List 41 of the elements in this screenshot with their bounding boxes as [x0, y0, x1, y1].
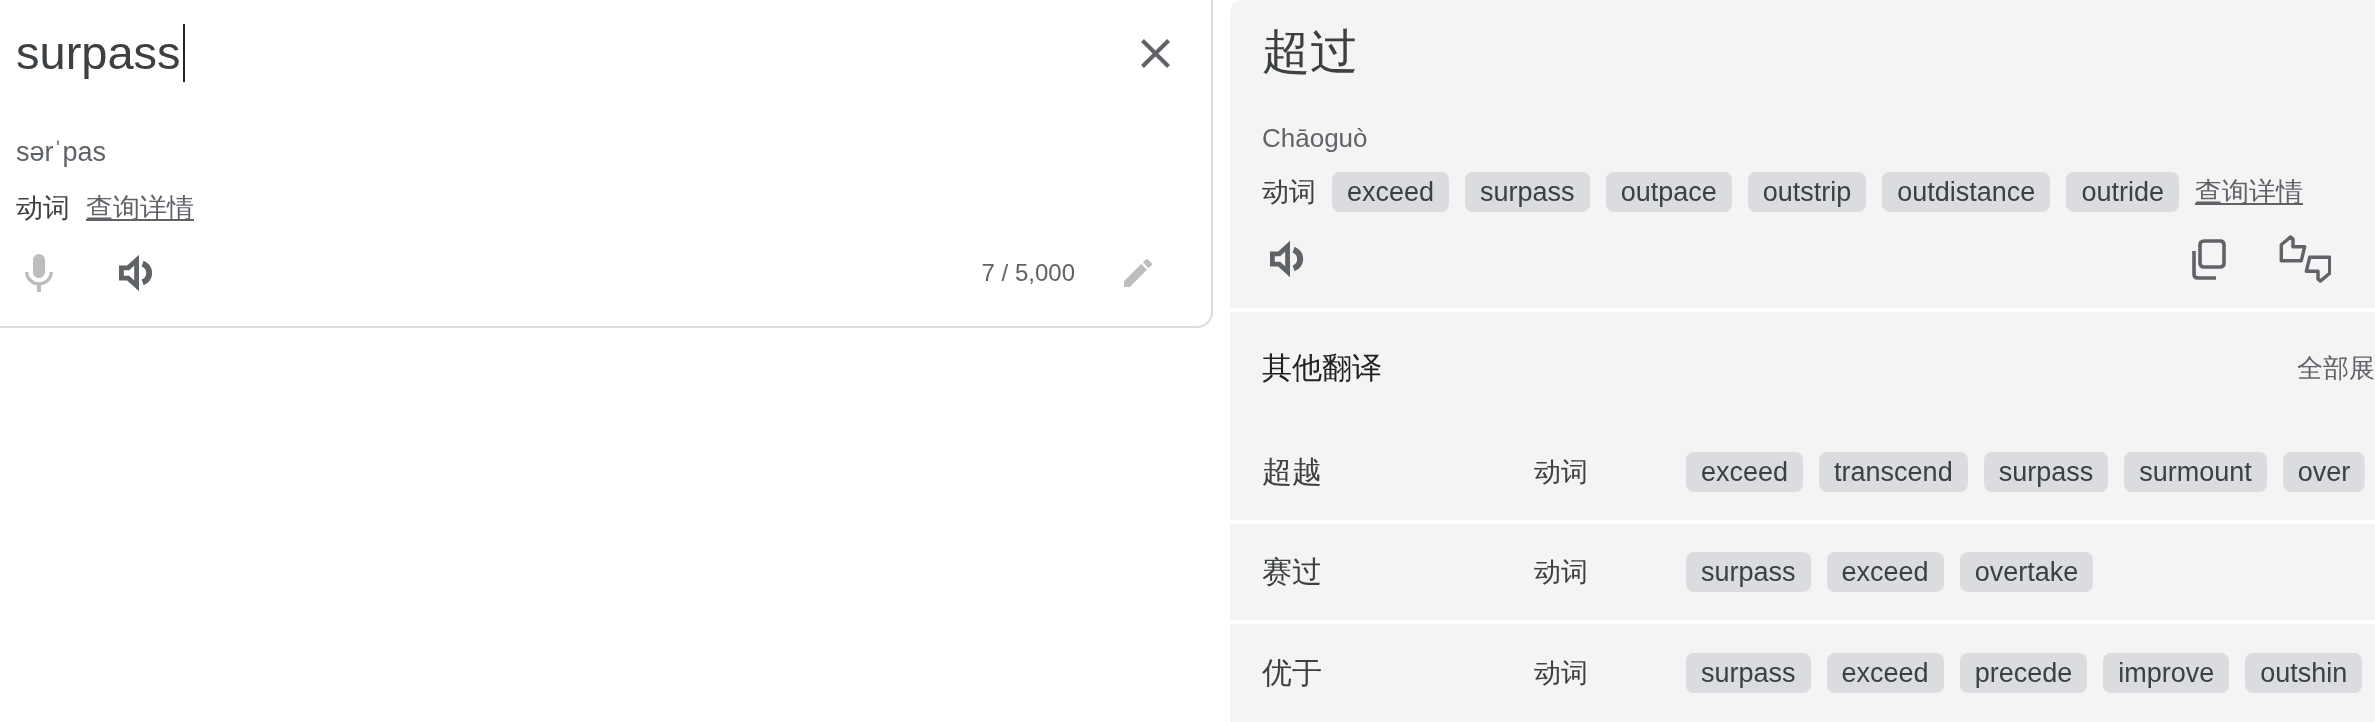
part-of-speech: 动词 [1262, 176, 1316, 209]
phonetic-text: sərˈpas [16, 136, 107, 169]
synonym-chip[interactable]: transcend [1819, 452, 1968, 492]
romanization-text: Chāoguò [1262, 122, 1368, 155]
synonym-chip[interactable]: surpass [1983, 452, 2109, 492]
synonym-chip[interactable]: improve [2103, 653, 2230, 693]
speaker-icon[interactable] [117, 255, 153, 291]
source-text-field[interactable]: surpass [16, 24, 185, 82]
copy-icon[interactable] [2191, 238, 2226, 280]
synonym-chip[interactable]: outpace [1605, 172, 1732, 212]
synonym-chip[interactable]: overtake [1959, 552, 2094, 592]
thumbs-up-down-icon[interactable] [2279, 235, 2331, 283]
synonym-chip[interactable]: outstrip [1747, 172, 1867, 212]
part-of-speech: 动词 [1534, 457, 1588, 487]
expand-all-link[interactable]: 全部展 [2297, 350, 2375, 386]
synonym-chip[interactable]: exceed [1826, 653, 1944, 693]
synonym-chip[interactable]: surpass [1465, 172, 1590, 212]
section-title: 其他翻译 [1262, 349, 1382, 386]
synonym-chip[interactable]: outshin [2245, 653, 2363, 693]
speaker-icon[interactable] [1268, 241, 1304, 277]
synonym-chip[interactable]: outdistance [1882, 172, 2051, 212]
translation-word: 优于 [1262, 655, 1322, 689]
details-link[interactable]: 查询详情 [86, 190, 194, 226]
synonym-chip[interactable]: exceed [1826, 552, 1944, 592]
translation-text: 超过 [1262, 24, 1358, 80]
part-of-speech: 动词 [1534, 557, 1588, 587]
synonym-chip[interactable]: exceed [1332, 172, 1450, 212]
synonym-chip[interactable]: outride [2066, 172, 2179, 212]
char-count: 7 / 5,000 [981, 259, 1075, 287]
synonym-chip[interactable]: surmount [2124, 452, 2267, 492]
synonym-chip[interactable]: precede [1959, 653, 2088, 693]
translation-word: 超越 [1262, 454, 1322, 488]
close-icon[interactable] [1141, 38, 1170, 68]
synonym-chip[interactable]: surpass [1686, 653, 1811, 693]
part-of-speech: 动词 [16, 192, 70, 225]
synonym-chip[interactable]: surpass [1686, 552, 1811, 592]
part-of-speech: 动词 [1534, 658, 1588, 688]
synonym-chip[interactable]: exceed [1686, 452, 1804, 492]
details-link[interactable]: 查询详情 [2194, 174, 2303, 210]
translation-word: 赛过 [1262, 554, 1322, 588]
synonym-chip[interactable]: over [2282, 452, 2366, 492]
